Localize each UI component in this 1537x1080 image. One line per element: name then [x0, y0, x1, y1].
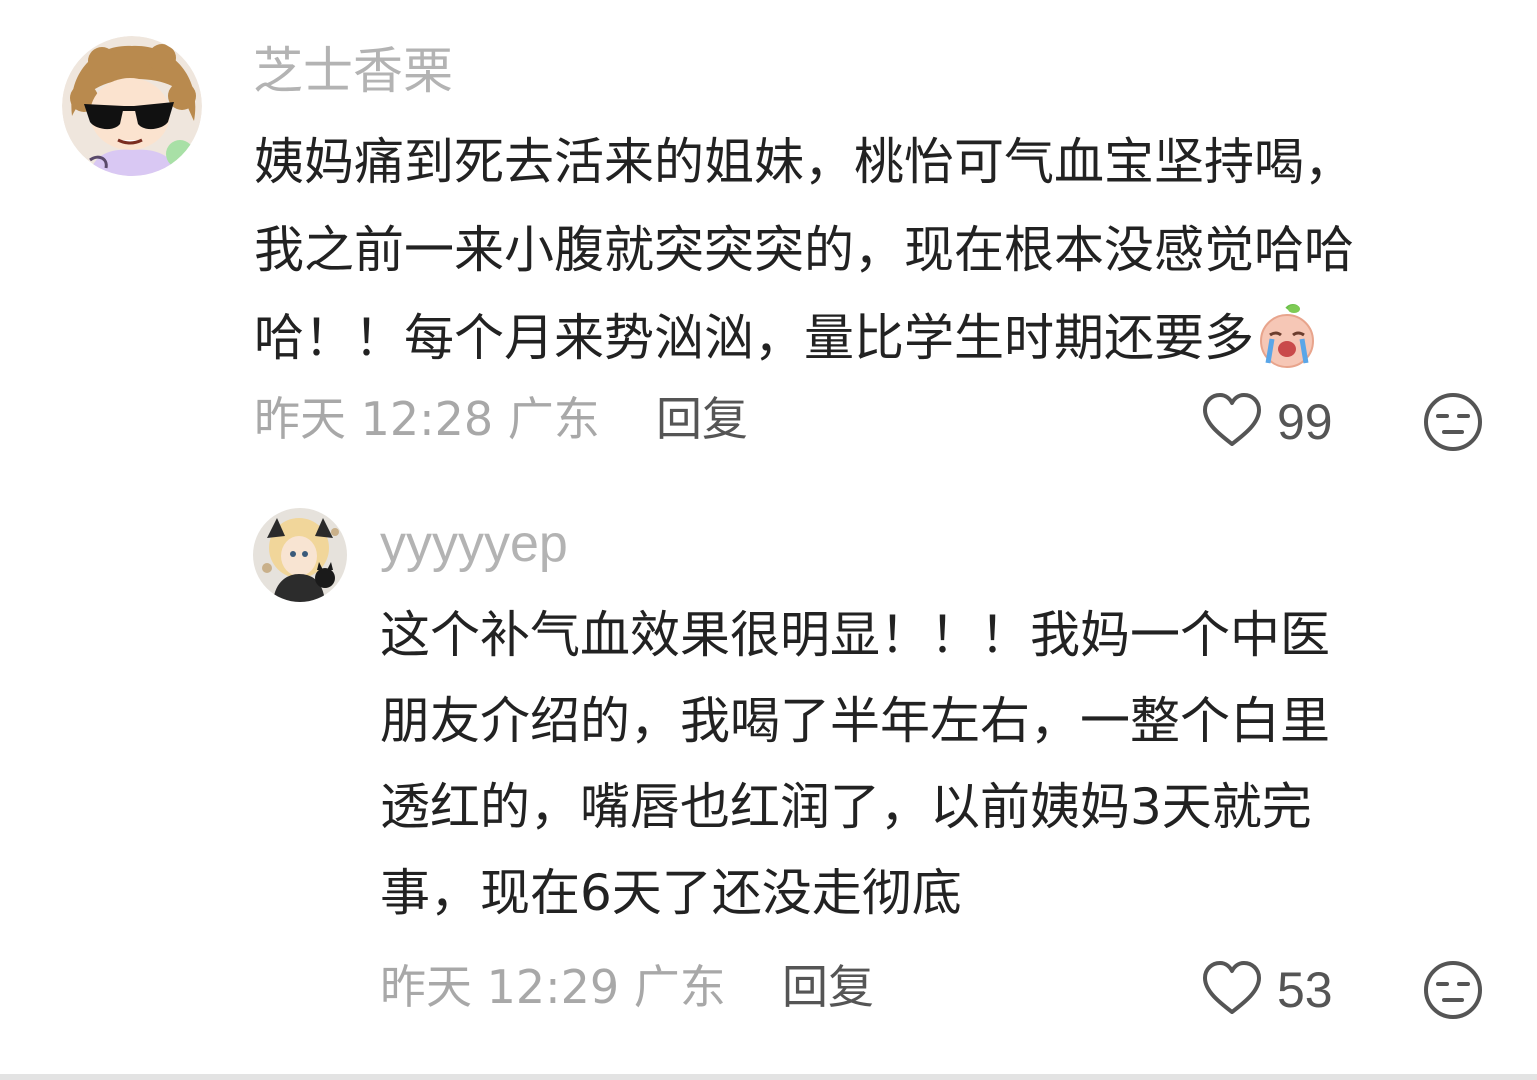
like-button[interactable]: 53: [1201, 960, 1333, 1020]
comment-line: 透红的，嘴唇也红润了，以前姨妈3天就完: [380, 778, 1312, 836]
avatar[interactable]: [253, 508, 347, 602]
like-count: 99: [1277, 394, 1333, 450]
comment-line: 朋友介绍的，我喝了半年左右，一整个白里: [380, 692, 1330, 750]
dislike-face-icon[interactable]: [1422, 959, 1484, 1025]
comment-line: 事，现在6天了还没走彻底: [380, 864, 962, 922]
crying-emoji: [1254, 303, 1320, 369]
bottom-divider: [0, 1074, 1537, 1080]
dislike-face-icon[interactable]: [1422, 391, 1484, 457]
comment-meta: 昨天 12:28 广东: [254, 392, 600, 446]
avatar[interactable]: [62, 36, 202, 176]
comment-text: 这个补气血效果很明显！！！我妈一个中医 朋友介绍的，我喝了半年左右，一整个白里 …: [380, 592, 1330, 936]
comment-line: 姨妈痛到死去活来的姐妹，桃怡可气血宝坚持喝，: [254, 133, 1354, 191]
username[interactable]: 芝士香栗: [253, 46, 453, 96]
comment-2: yyyyyep 这个补气血效果很明显！！！我妈一个中医 朋友介绍的，我喝了半年左…: [0, 480, 1537, 1074]
like-count: 53: [1277, 962, 1333, 1018]
comment-line: 哈！！每个月来势汹汹，量比学生时期还要多: [254, 294, 1354, 382]
reply-button[interactable]: 回复: [782, 964, 874, 1010]
comment-line-text: 哈！！每个月来势汹汹，量比学生时期还要多: [254, 309, 1254, 367]
like-button[interactable]: 99: [1201, 392, 1333, 452]
comment-line: 这个补气血效果很明显！！！我妈一个中医: [380, 606, 1330, 664]
comment-1: 芝士香栗 姨妈痛到死去活来的姐妹，桃怡可气血宝坚持喝， 我之前一来小腹就突突突的…: [0, 0, 1537, 480]
reply-button[interactable]: 回复: [656, 396, 748, 442]
heart-icon: [1201, 392, 1263, 452]
heart-icon: [1201, 960, 1263, 1020]
comment-text: 姨妈痛到死去活来的姐妹，桃怡可气血宝坚持喝， 我之前一来小腹就突突突的，现在根本…: [254, 118, 1354, 382]
comment-line: 我之前一来小腹就突突突的，现在根本没感觉哈哈: [254, 221, 1354, 279]
username[interactable]: yyyyyep: [380, 518, 568, 570]
comment-meta: 昨天 12:29 广东: [380, 960, 726, 1014]
